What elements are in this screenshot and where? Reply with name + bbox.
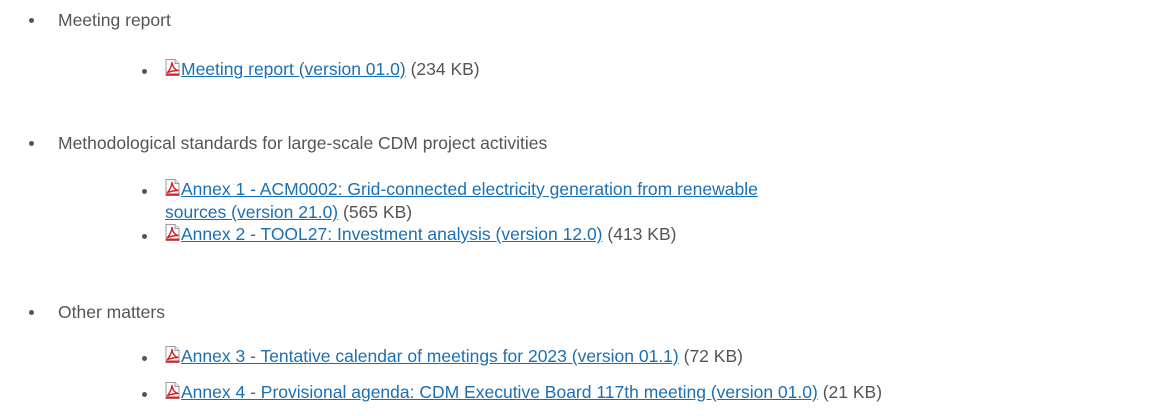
item-bullet (142, 234, 147, 239)
pdf-file-icon (165, 346, 180, 363)
item-bullet (142, 356, 147, 361)
section-title: Methodological standards for large-scale… (58, 133, 548, 153)
section-bullet (29, 310, 34, 315)
pdf-file-icon (165, 179, 180, 196)
annex-4-link[interactable]: Annex 4 - Provisional agenda: CDM Execut… (181, 382, 818, 402)
item-text: Meeting report (version 01.0) (234 KB) (165, 58, 815, 81)
item-bullet (142, 189, 147, 194)
file-size: (21 KB) (822, 382, 883, 402)
annex-3-link[interactable]: Annex 3 - Tentative calendar of meetings… (181, 346, 679, 366)
item-text: Annex 3 - Tentative calendar of meetings… (165, 345, 1065, 368)
item-bullet (142, 69, 147, 74)
file-size: (565 KB) (343, 202, 413, 222)
section-title: Other matters (58, 302, 165, 322)
pdf-file-icon (165, 382, 180, 399)
file-size: (234 KB) (410, 59, 480, 79)
pdf-file-icon (165, 59, 180, 76)
file-size: (72 KB) (683, 346, 743, 366)
section-bullet (29, 18, 34, 23)
file-size: (413 KB) (607, 224, 677, 244)
item-text: Annex 1 - ACM0002: Grid-connected electr… (165, 178, 815, 224)
annex-2-link[interactable]: Annex 2 - TOOL27: Investment analysis (v… (181, 224, 603, 244)
item-bullet (142, 392, 147, 397)
pdf-file-icon (165, 224, 180, 241)
section-bullet (29, 141, 34, 146)
item-text: Annex 2 - TOOL27: Investment analysis (v… (165, 223, 815, 246)
item-text: Annex 4 - Provisional agenda: CDM Execut… (165, 381, 1155, 404)
meeting-report-link[interactable]: Meeting report (version 01.0) (181, 59, 406, 79)
section-title: Meeting report (58, 10, 171, 30)
annex-1-link[interactable]: Annex 1 - ACM0002: Grid-connected electr… (165, 179, 758, 222)
